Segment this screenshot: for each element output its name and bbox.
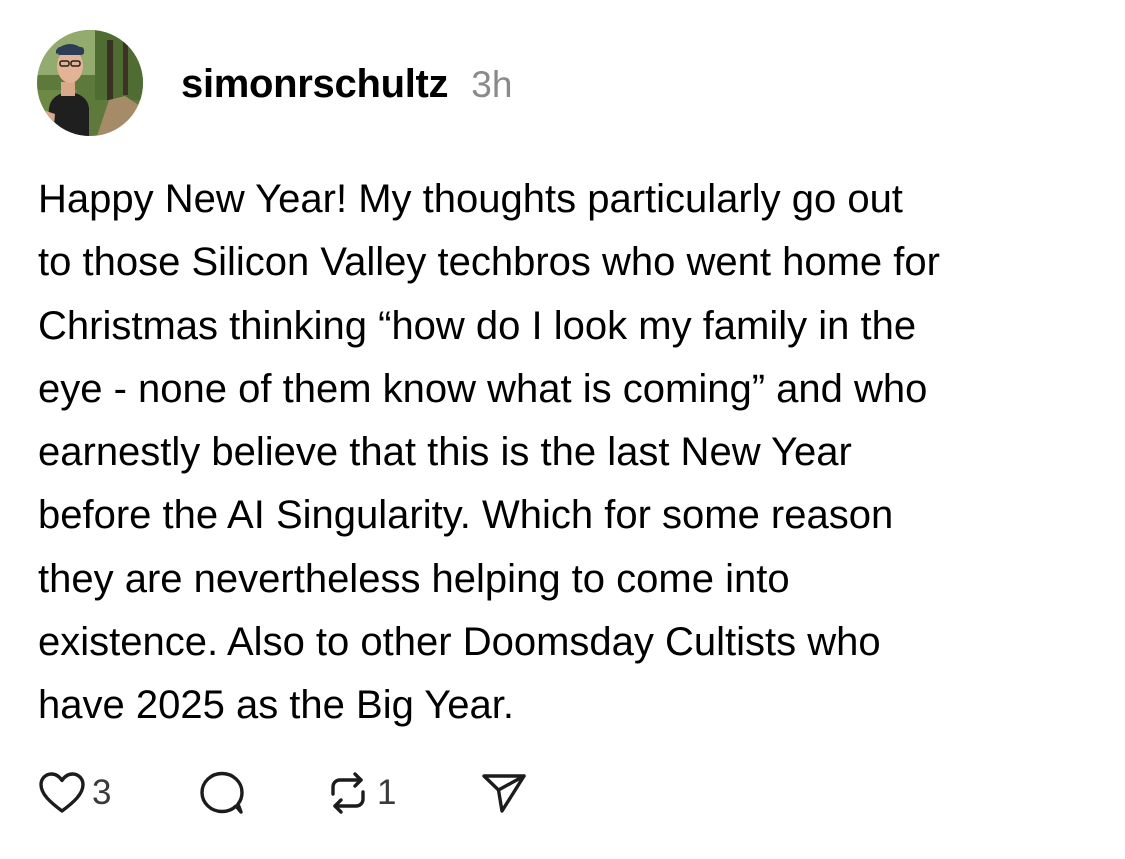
repost-button[interactable]: 1 [325,770,480,816]
post-text-line: existence. Also to other Doomsday Cultis… [38,620,881,665]
post-text-line: Happy New Year! My thoughts particularly… [38,177,903,221]
post-text-line: to those Silicon Valley techbros who wen… [38,240,940,285]
username[interactable]: simonrschultz [181,62,449,107]
paper-plane-icon [482,774,526,813]
share-button[interactable] [480,770,528,816]
reply-button[interactable] [198,770,325,816]
post-text-line: Christmas thinking “how do I look my fam… [38,303,917,348]
post-text-line: eye - none of them know what is coming” … [38,366,928,411]
post-text-line: earnestly believe that this is the last … [38,430,852,475]
profile-photo-avatar [37,30,143,136]
repost-icon [331,772,365,814]
post-text-line: before the AI Singularity. Which for som… [38,493,894,538]
speech-bubble-icon [200,771,244,814]
post: simonrschultz 3h Happy New Year! My thou… [0,0,1125,859]
avatar[interactable] [37,30,143,136]
post-header: simonrschultz 3h [181,62,512,108]
action-bar: 3 1 [38,770,528,816]
post-text-line: have 2025 as the Big Year. [38,683,514,728]
like-count: 3 [92,773,112,812]
repost-count: 1 [377,773,397,812]
timestamp: 3h [471,64,513,105]
post-text-line: they are nevertheless helping to come in… [38,556,790,601]
heart-icon [39,772,85,813]
post-text: Happy New Year! My thoughts particularly… [38,168,1108,738]
like-button[interactable]: 3 [38,771,198,815]
